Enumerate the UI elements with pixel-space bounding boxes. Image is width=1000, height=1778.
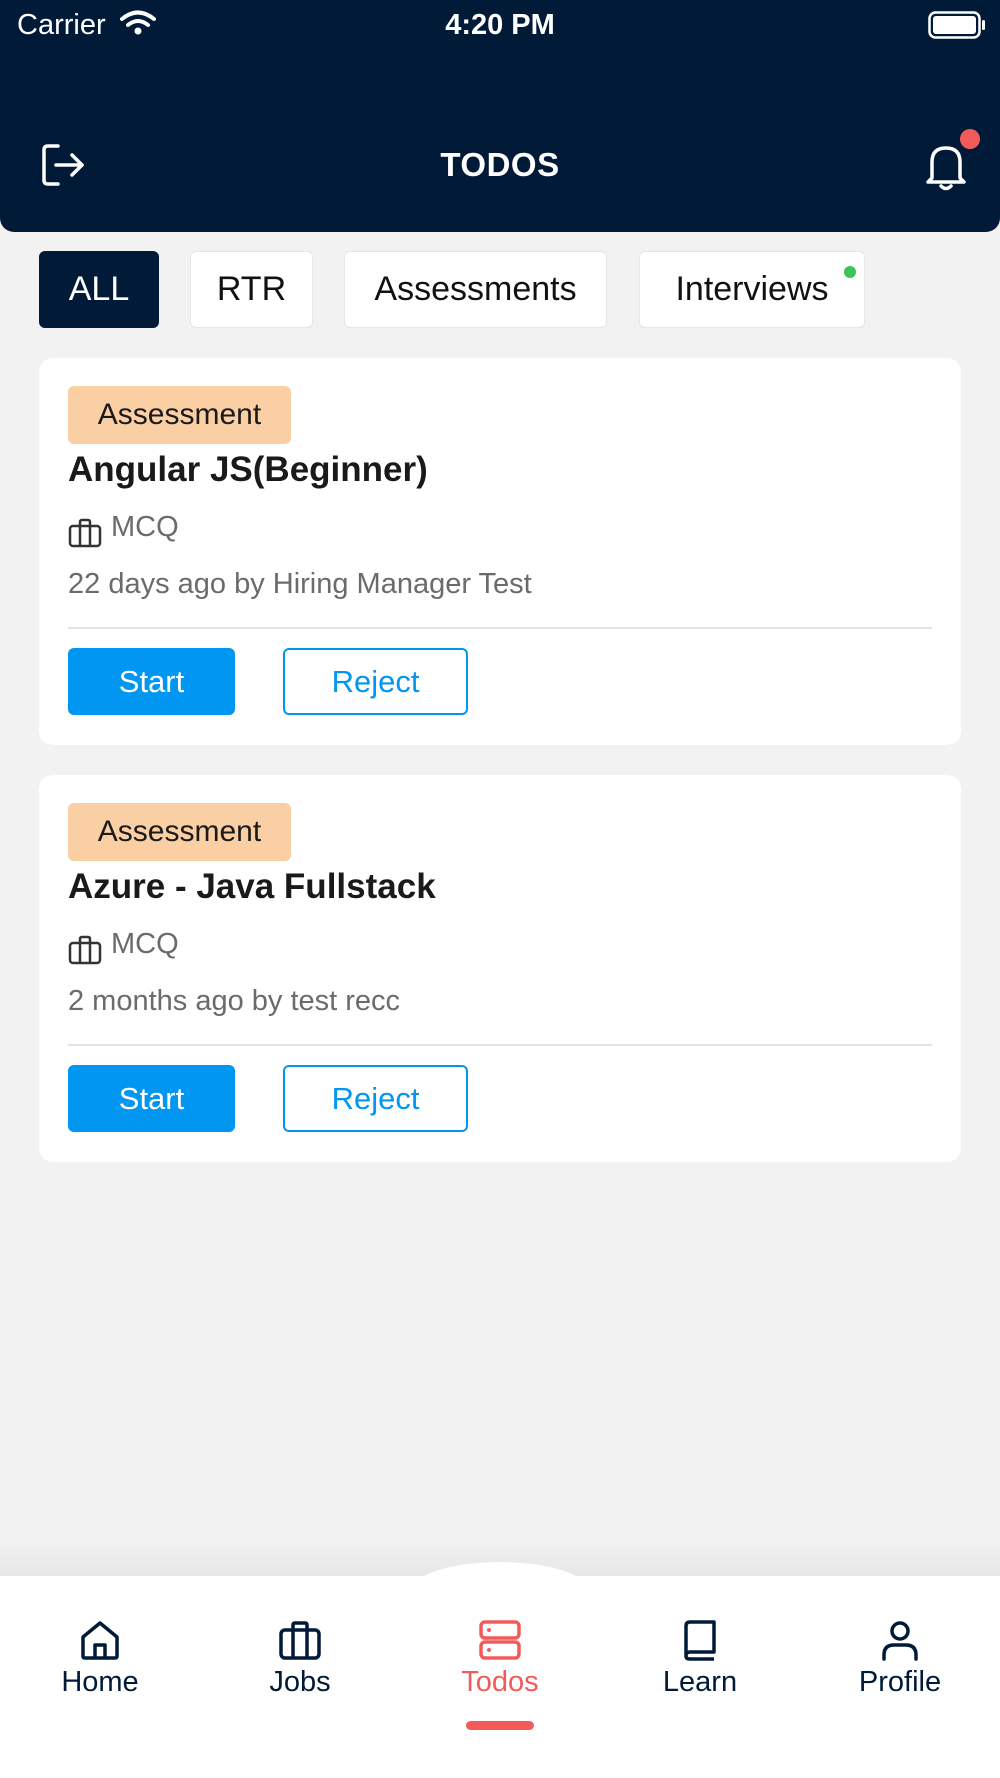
notification-dot [960, 129, 980, 149]
briefcase-icon [68, 518, 102, 548]
status-bar: Carrier 4:20 PM [0, 0, 1000, 52]
nav-home[interactable]: Home [0, 1618, 200, 1699]
server-icon [479, 1620, 521, 1660]
briefcase-icon [68, 935, 102, 965]
nav-jobs[interactable]: Jobs [200, 1618, 400, 1699]
divider [68, 627, 932, 629]
todo-title: Angular JS(Beginner) [68, 450, 428, 489]
type-badge: Assessment [68, 803, 291, 861]
bell-icon[interactable] [922, 140, 970, 192]
todo-meta: 2 months ago by test recc [68, 985, 401, 1017]
nav-learn[interactable]: Learn [600, 1618, 800, 1699]
nav-active-indicator [466, 1721, 534, 1730]
tab-assessments[interactable]: Assessments [344, 251, 607, 328]
book-icon [684, 1620, 716, 1661]
interviews-status-dot [844, 266, 856, 278]
divider [68, 1044, 932, 1046]
todo-card: Assessment Azure - Java Fullstack MCQ 2 … [39, 775, 961, 1162]
nav-label: Home [61, 1666, 139, 1698]
home-icon [81, 1621, 119, 1660]
reject-button[interactable]: Reject [283, 648, 468, 715]
briefcase-icon [279, 1621, 321, 1660]
tab-label: ALL [68, 270, 130, 308]
nav-label: Profile [858, 1666, 942, 1698]
todo-meta: 22 days ago by Hiring Manager Test [68, 568, 532, 600]
clock: 4:20 PM [445, 9, 555, 41]
page-title: TODOS [440, 146, 560, 183]
nav-label: Learn [662, 1666, 738, 1698]
reject-button[interactable]: Reject [283, 1065, 468, 1132]
todo-type: MCQ [111, 511, 179, 543]
start-button[interactable]: Start [68, 1065, 235, 1132]
tab-label: RTR [216, 270, 287, 308]
tab-label: Assessments [374, 270, 577, 308]
nav-label: Todos [461, 1666, 539, 1698]
tab-rtr[interactable]: RTR [190, 251, 313, 328]
todo-card: Assessment Angular JS(Beginner) MCQ 22 d… [39, 358, 961, 745]
battery-icon [928, 11, 985, 39]
start-button[interactable]: Start [68, 648, 235, 715]
bottom-nav: Home Jobs Todos Learn Profile [0, 1576, 1000, 1778]
tab-all[interactable]: ALL [39, 251, 159, 328]
app-header: Carrier 4:20 PM TODOS [0, 0, 1000, 232]
nav-profile[interactable]: Profile [800, 1618, 1000, 1699]
type-badge: Assessment [68, 386, 291, 444]
tab-label: Interviews [675, 270, 829, 308]
nav-label: Jobs [269, 1666, 331, 1698]
todo-title: Azure - Java Fullstack [68, 867, 436, 906]
todo-type: MCQ [111, 928, 179, 960]
user-icon [882, 1621, 918, 1661]
nav-todos[interactable]: Todos [400, 1618, 600, 1699]
tab-interviews[interactable]: Interviews [639, 251, 865, 328]
